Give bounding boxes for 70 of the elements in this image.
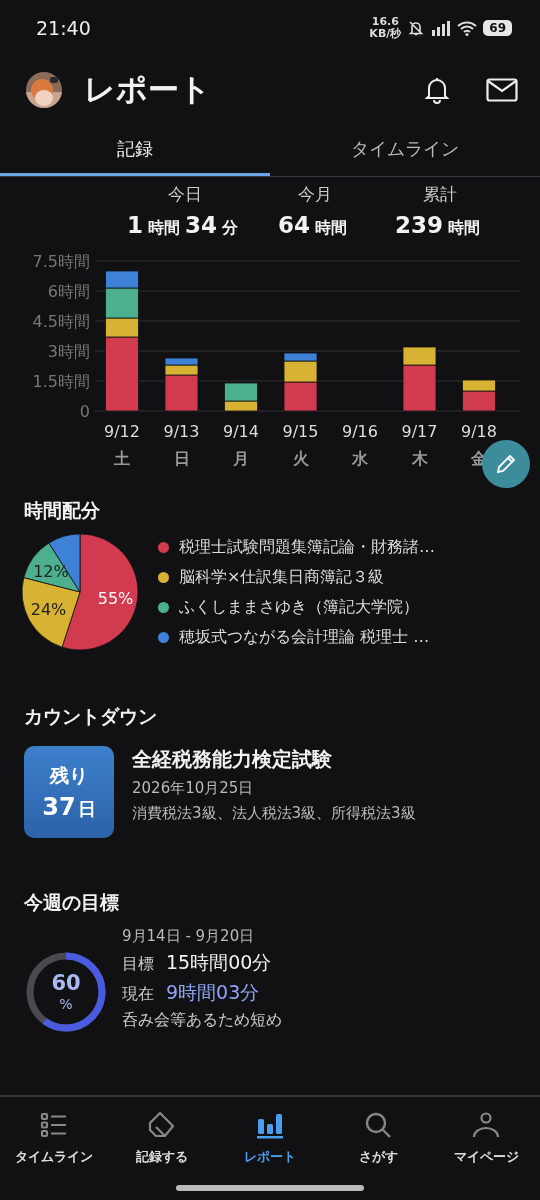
y-axis-label: 3時間 (47, 342, 90, 361)
current-value: 9時間03分 (166, 980, 260, 1005)
slice-label: 55% (97, 588, 134, 608)
stat-label: 累計 (423, 183, 457, 206)
tab[interactable]: 記録 (0, 124, 270, 176)
y-axis-label: 6時間 (47, 282, 90, 301)
exam-name: 全経税務能力検定試験 (132, 746, 333, 773)
search-icon (363, 1110, 393, 1140)
x-axis-label: 9/17 (401, 422, 438, 441)
stat-value: 239 時間 (395, 212, 481, 239)
legend-label: 脳科学×仕訳集日商簿記３級 (179, 566, 385, 588)
stat-value: 1 時間 34 分 (127, 212, 239, 239)
weekday-label: 土 (114, 449, 130, 468)
goal-note: 呑み会等あるため短め (122, 1010, 282, 1031)
exam-date: 2026年10月25日 (132, 779, 255, 798)
y-axis-label: 4.5時間 (32, 312, 90, 331)
page-title: レポート (84, 70, 212, 109)
weekday-label: 水 (352, 449, 368, 468)
battery-icon: 69 (483, 20, 512, 36)
bar-segment (164, 357, 199, 366)
current-label: 現在 (122, 984, 154, 1005)
status-time: 21:40 (36, 17, 91, 39)
x-axis-label: 9/18 (461, 422, 497, 441)
stat-value: 64 時間 (278, 212, 348, 239)
x-axis-label: 9/12 (104, 422, 140, 441)
mail-icon[interactable] (486, 78, 518, 102)
y-axis-label: 1.5時間 (32, 372, 90, 391)
nav-item[interactable]: 記録する (108, 1109, 216, 1171)
pipette-button[interactable] (482, 440, 530, 488)
y-axis-label: 0 (79, 402, 90, 421)
section-title: 今週の目標 (24, 890, 120, 915)
stat-label: 今日 (168, 183, 202, 206)
nav-item[interactable]: レポート (216, 1109, 324, 1171)
bar-segment (283, 381, 318, 412)
percent-sign: % (59, 995, 73, 1012)
section-title: カウントダウン (24, 704, 158, 729)
nav-item[interactable]: さがす (324, 1109, 432, 1171)
list-icon (39, 1110, 69, 1140)
section-title: 時間配分 (24, 498, 101, 523)
x-axis-label: 9/16 (342, 422, 378, 441)
legend-label: 税理士試験問題集簿記論・財務諸… (179, 536, 435, 558)
tab[interactable]: タイムライン (270, 124, 540, 176)
weekday-label: 月 (233, 449, 249, 468)
week-range: 9月14日 - 9月20日 (122, 927, 256, 946)
person-icon (471, 1110, 501, 1140)
signal-icon (431, 20, 452, 36)
slice-label: 24% (30, 600, 67, 620)
nav-item[interactable]: タイムライン (0, 1109, 108, 1171)
y-axis-label: 7.5時間 (32, 252, 90, 271)
target-label: 目標 (122, 954, 154, 975)
days-left-badge: 残り 37 日 (24, 746, 114, 838)
x-axis-label: 9/13 (163, 422, 200, 441)
percent-value: 60 (51, 972, 81, 996)
nav-item[interactable]: マイページ (432, 1109, 540, 1171)
wifi-icon (457, 20, 478, 36)
weekday-label: 日 (173, 449, 190, 468)
stat-label: 今月 (298, 183, 332, 206)
weekday-label: 木 (411, 449, 428, 468)
weekday-label: 火 (292, 449, 309, 468)
x-axis-label: 9/14 (223, 422, 259, 441)
eraser-icon (147, 1110, 177, 1140)
bell-muted-icon (407, 19, 426, 37)
target-value: 15時間00分 (166, 950, 272, 975)
slice-label: 12% (33, 561, 69, 581)
exam-subjects: 消費税法3級、法人税法3級、所得税法3級 (132, 804, 416, 823)
legend-label: ふくしままさゆき（簿記大学院） (179, 596, 419, 618)
x-axis-label: 9/15 (282, 422, 319, 441)
legend-label: 穂坂式つながる会計理論 税理士 … (179, 626, 430, 648)
bell-icon[interactable] (424, 76, 450, 104)
network-speed: 16.6 KB/秒 (369, 16, 402, 40)
